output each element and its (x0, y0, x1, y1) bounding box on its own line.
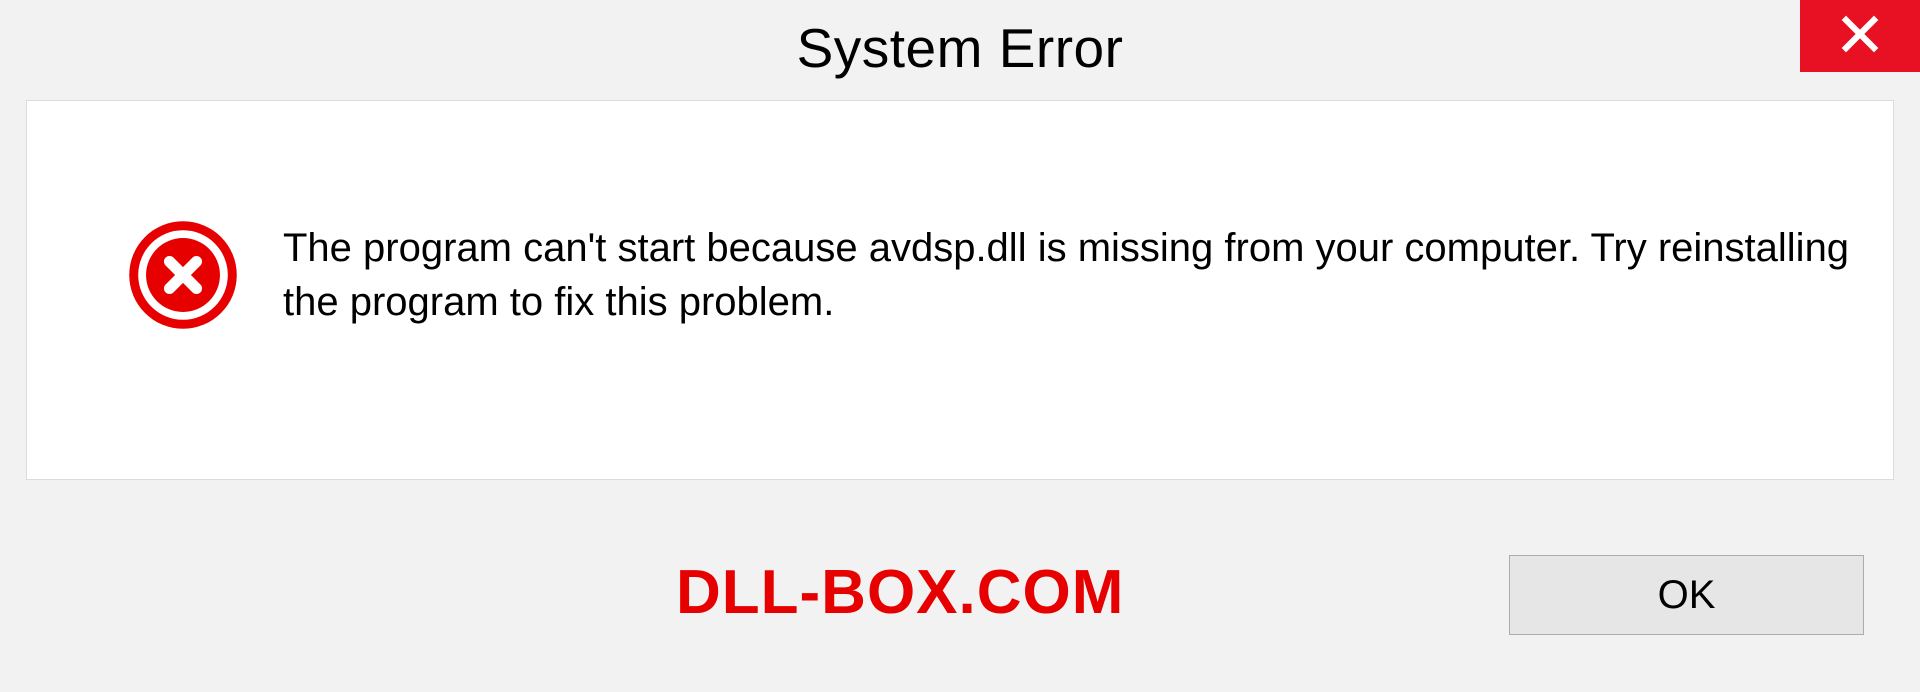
dialog-title: System Error (797, 16, 1124, 80)
dialog-content: The program can't start because avdsp.dl… (26, 100, 1894, 480)
watermark-text: DLL-BOX.COM (676, 557, 1124, 628)
error-icon (127, 219, 239, 331)
dialog-footer: DLL-BOX.COM OK (26, 480, 1894, 660)
ok-button-label: OK (1658, 573, 1716, 618)
close-button[interactable] (1800, 0, 1920, 72)
ok-button[interactable]: OK (1509, 555, 1864, 635)
close-icon (1839, 13, 1881, 60)
dialog-titlebar: System Error (0, 0, 1920, 96)
dialog-message: The program can't start because avdsp.dl… (283, 221, 1893, 329)
